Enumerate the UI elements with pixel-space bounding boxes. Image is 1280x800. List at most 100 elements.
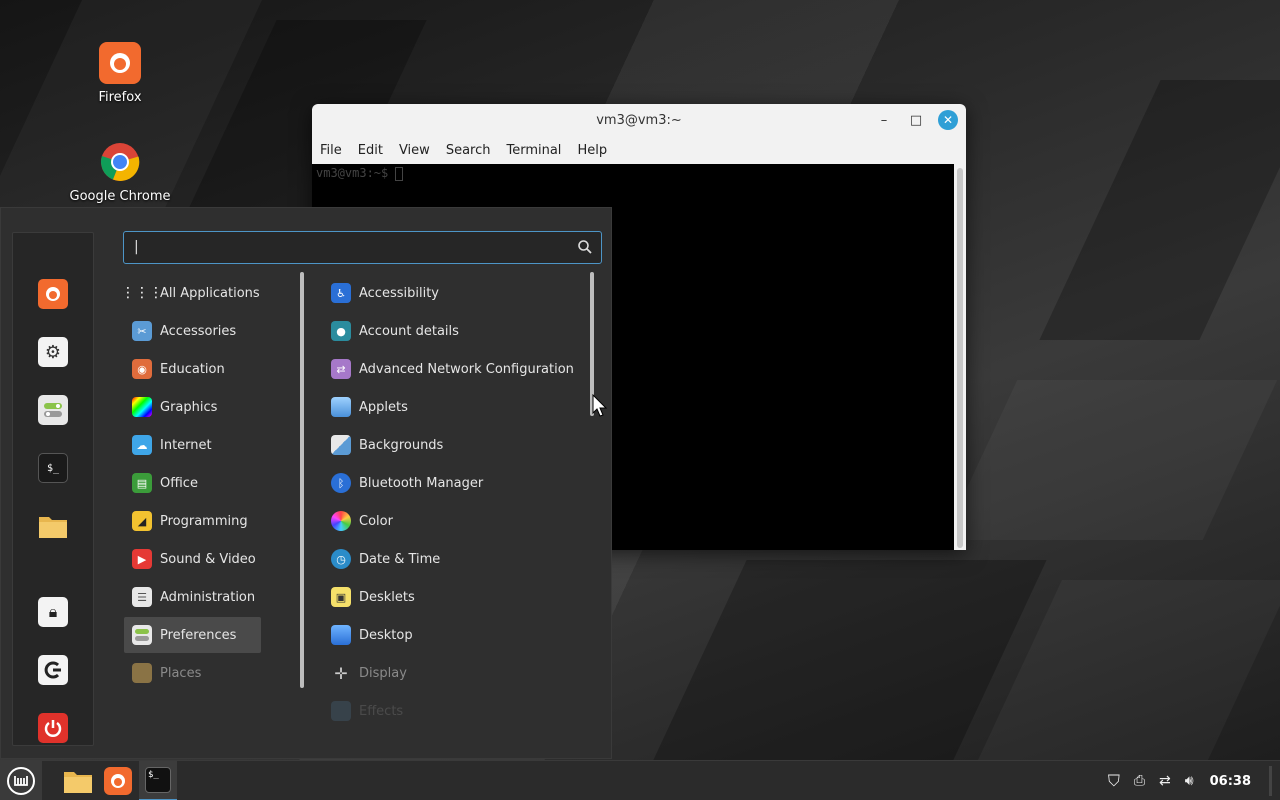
power-icon xyxy=(44,720,62,737)
category-places[interactable]: Places xyxy=(124,655,261,691)
favorite-settings[interactable]: ⚙ xyxy=(38,337,68,367)
desktop-icon-google-chrome[interactable]: Google Chrome xyxy=(65,141,175,204)
app-color[interactable]: Color xyxy=(323,503,583,539)
category-administration[interactable]: ☰ Administration xyxy=(124,579,261,615)
category-sound-video[interactable]: ▶ Sound & Video xyxy=(124,541,261,577)
programming-icon: ◢ xyxy=(132,511,152,531)
firefox-icon xyxy=(99,42,141,84)
shutdown-button[interactable] xyxy=(38,713,68,743)
terminal-scrollbar[interactable] xyxy=(954,164,966,550)
category-preferences[interactable]: Preferences xyxy=(124,617,261,653)
mouse-cursor-icon xyxy=(592,394,608,417)
category-label: All Applications xyxy=(160,285,260,301)
menu-view[interactable]: View xyxy=(399,143,430,158)
chrome-icon xyxy=(99,141,141,183)
shield-icon[interactable]: ⛉ xyxy=(1108,771,1120,791)
taskbar-firefox[interactable] xyxy=(100,761,136,800)
lock-screen-button[interactable]: 🔒︎ xyxy=(38,597,68,627)
app-desktop[interactable]: Desktop xyxy=(323,617,583,653)
category-label: Administration xyxy=(160,589,256,605)
desklets-icon: ▣ xyxy=(331,587,351,607)
app-desklets[interactable]: ▣ Desklets xyxy=(323,579,583,615)
category-internet[interactable]: ☁ Internet xyxy=(124,427,261,463)
application-menu: ⚙ $_ 🔒︎ | ⋮⋮⋮ All Applications ✂ Accesso… xyxy=(0,207,612,759)
category-label: Education xyxy=(160,361,225,377)
toggle-icon xyxy=(132,625,152,645)
system-tray: ⛉ ⎙ ⇄ 🔊︎ 06:38 xyxy=(1108,761,1272,800)
app-label: Backgrounds xyxy=(359,437,444,453)
app-label: Applets xyxy=(359,399,408,415)
categories-scrollbar[interactable] xyxy=(300,272,304,688)
search-icon xyxy=(578,240,592,254)
category-label: Office xyxy=(160,475,198,491)
app-account-details[interactable]: ● Account details xyxy=(323,313,583,349)
education-icon: ◉ xyxy=(132,359,152,379)
desktop-icon-label: Firefox xyxy=(98,90,142,105)
gear-icon: ⚙ xyxy=(44,341,62,363)
clock-icon: ◷ xyxy=(331,549,351,569)
cloud-icon: ☁ xyxy=(132,435,152,455)
favorite-firefox[interactable] xyxy=(38,279,68,309)
category-graphics[interactable]: Graphics xyxy=(124,389,261,425)
category-all-applications[interactable]: ⋮⋮⋮ All Applications xyxy=(121,275,261,311)
app-effects[interactable]: Effects xyxy=(323,693,583,729)
app-applets[interactable]: Applets xyxy=(323,389,583,425)
lock-icon: 🔒︎ xyxy=(48,602,58,621)
category-label: Places xyxy=(160,665,202,681)
app-backgrounds[interactable]: Backgrounds xyxy=(323,427,583,463)
category-label: Accessories xyxy=(160,323,237,339)
desktop-icon xyxy=(331,625,351,645)
printer-icon[interactable]: ⎙ xyxy=(1134,773,1145,789)
applets-icon xyxy=(331,397,351,417)
favorites-bar: ⚙ $_ 🔒︎ xyxy=(12,232,94,746)
taskbar-files[interactable] xyxy=(60,761,96,800)
maximize-button[interactable]: □ xyxy=(906,110,926,130)
accessibility-icon: ♿︎ xyxy=(331,283,351,303)
firefox-icon xyxy=(46,287,60,301)
favorite-terminal[interactable]: $_ xyxy=(38,453,68,483)
favorite-files[interactable] xyxy=(38,511,68,541)
desktop-icon-firefox[interactable]: Firefox xyxy=(65,42,175,105)
folder-icon xyxy=(132,663,152,683)
app-advanced-network-configuration[interactable]: ⇄ Advanced Network Configuration xyxy=(323,351,583,387)
app-bluetooth-manager[interactable]: ᛒ Bluetooth Manager xyxy=(323,465,583,501)
show-desktop-button[interactable] xyxy=(1269,766,1272,796)
terminal-titlebar[interactable]: vm3@vm3:~ – □ ✕ xyxy=(312,104,966,136)
menu-terminal[interactable]: Terminal xyxy=(506,143,561,158)
taskbar-terminal[interactable]: $_ xyxy=(139,761,177,800)
office-icon: ▤ xyxy=(132,473,152,493)
menu-help[interactable]: Help xyxy=(577,143,607,158)
category-label: Preferences xyxy=(160,627,237,643)
volume-icon[interactable]: 🔊︎ xyxy=(1185,773,1194,789)
menu-search[interactable]: Search xyxy=(446,143,491,158)
menu-button[interactable] xyxy=(0,761,42,800)
app-accessibility[interactable]: ♿︎ Accessibility xyxy=(323,275,583,311)
favorite-preferences[interactable] xyxy=(38,395,68,425)
app-display[interactable]: ✛ Display xyxy=(323,655,583,691)
network-icon: ⇄ xyxy=(331,359,351,379)
search-input[interactable]: | xyxy=(123,231,602,264)
clock[interactable]: 06:38 xyxy=(1210,774,1251,789)
bluetooth-icon: ᛒ xyxy=(331,473,351,493)
network-icon[interactable]: ⇄ xyxy=(1159,773,1171,789)
logout-button[interactable] xyxy=(38,655,68,685)
app-label: Advanced Network Configuration xyxy=(359,361,574,377)
app-label: Display xyxy=(359,665,407,681)
app-label: Color xyxy=(359,513,393,529)
app-date-time[interactable]: ◷ Date & Time xyxy=(323,541,583,577)
app-label: Date & Time xyxy=(359,551,441,567)
category-programming[interactable]: ◢ Programming xyxy=(124,503,261,539)
close-button[interactable]: ✕ xyxy=(938,110,958,130)
backgrounds-icon xyxy=(331,435,351,455)
app-label: Bluetooth Manager xyxy=(359,475,484,491)
menu-file[interactable]: File xyxy=(320,143,342,158)
app-label: Account details xyxy=(359,323,459,339)
minimize-button[interactable]: – xyxy=(874,110,894,130)
effects-icon xyxy=(331,701,351,721)
play-icon: ▶ xyxy=(132,549,152,569)
category-accessories[interactable]: ✂ Accessories xyxy=(124,313,261,349)
category-education[interactable]: ◉ Education xyxy=(124,351,261,387)
category-label: Internet xyxy=(160,437,212,453)
category-office[interactable]: ▤ Office xyxy=(124,465,261,501)
menu-edit[interactable]: Edit xyxy=(358,143,383,158)
